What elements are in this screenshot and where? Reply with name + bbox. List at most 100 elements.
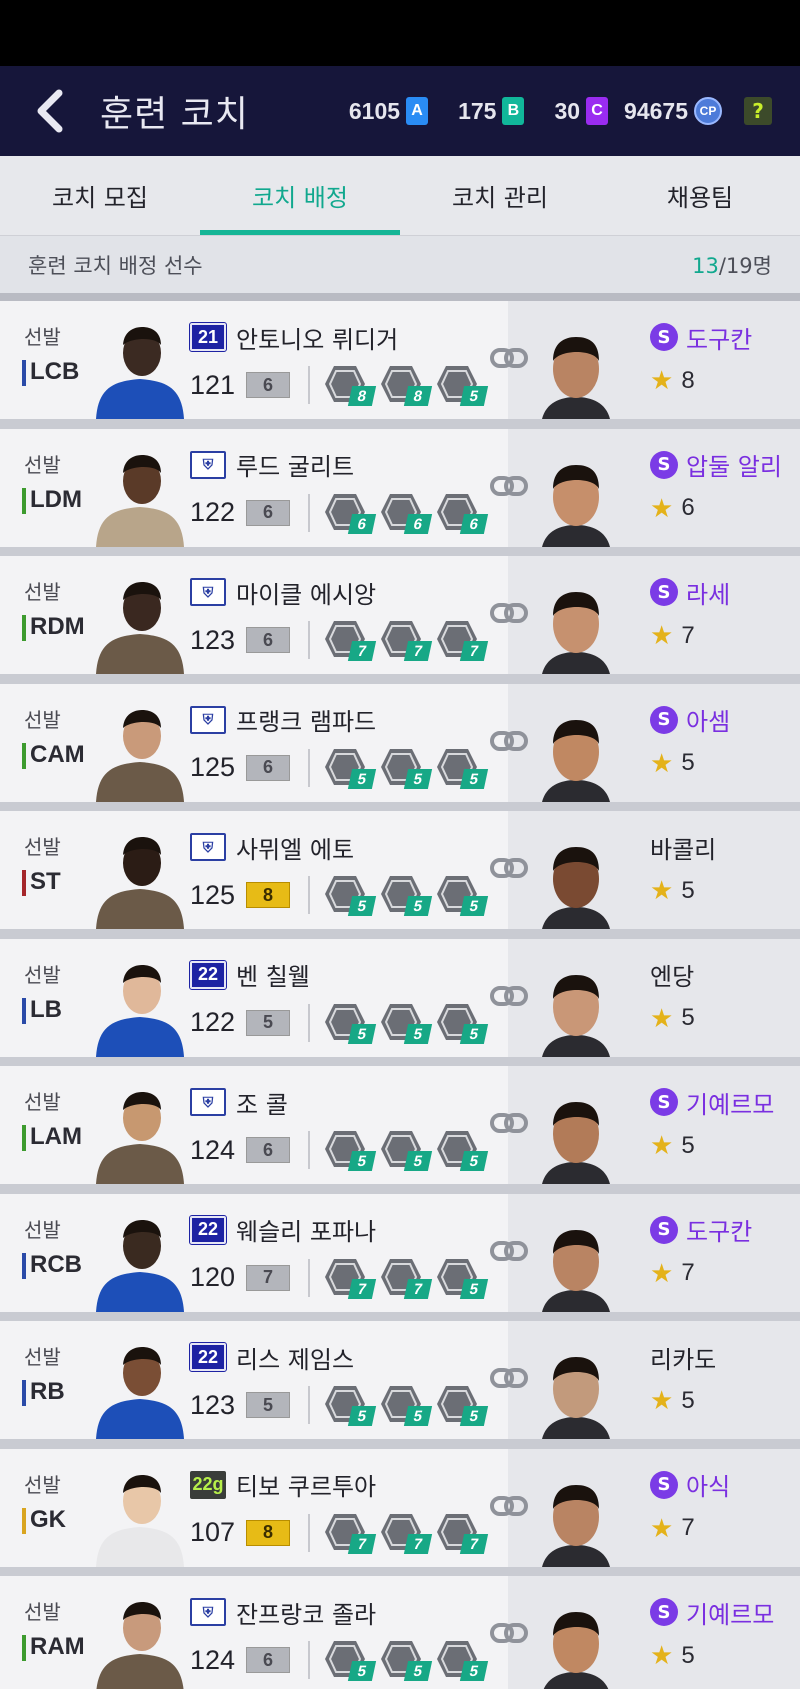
special-coach-badge-icon: S — [650, 323, 678, 351]
help-button[interactable]: ? — [744, 97, 772, 125]
training-skill[interactable]: 5 — [436, 1639, 489, 1681]
tab-coach-recruit[interactable]: 코치 모집 — [0, 156, 200, 235]
training-skill[interactable]: 5 — [380, 1639, 433, 1681]
coach-panel[interactable]: 바콜리 ★ 5 — [490, 811, 800, 929]
training-skill[interactable]: 7 — [436, 1512, 489, 1554]
special-coach-badge-icon: S — [650, 578, 678, 606]
training-skill[interactable]: 5 — [436, 364, 489, 406]
training-skill[interactable]: 5 — [380, 747, 433, 789]
tab-coach-assign[interactable]: 코치 배정 — [200, 156, 400, 235]
player-row[interactable]: 선발 GK 22g 티보 쿠르투아 107 8 7 7 7 S 아식 ★ 7 — [0, 1448, 800, 1567]
currency-cp[interactable]: 94675 CP — [624, 97, 722, 125]
coach-info: 리카도 ★ 5 — [650, 1341, 716, 1416]
player-panel[interactable]: 선발 LB 22 벤 칠웰 122 5 5 5 5 — [0, 938, 508, 1057]
training-skill[interactable]: 5 — [436, 1384, 489, 1426]
training-skill[interactable]: 5 — [324, 874, 377, 916]
training-skill[interactable]: 7 — [380, 1257, 433, 1299]
star-icon: ★ — [650, 365, 674, 395]
player-panel[interactable]: 선발 RDM ⛨ 마이클 에시앙 123 6 7 7 7 — [0, 556, 508, 674]
training-skill[interactable]: 7 — [324, 1512, 377, 1554]
enhance-level-badge: 6 — [246, 1647, 290, 1673]
player-row[interactable]: 선발 LAM ⛨ 조 콜 124 6 5 5 5 S 기예르모 ★ 5 — [0, 1066, 800, 1184]
skill-level: 5 — [403, 896, 433, 916]
player-row[interactable]: 선발 RAM ⛨ 잔프랑코 졸라 124 6 5 5 5 S 기예르모 ★ 5 — [0, 1576, 800, 1689]
skill-level: 5 — [347, 1661, 377, 1681]
coach-info: 바콜리 ★ 5 — [650, 831, 716, 906]
training-skill[interactable]: 8 — [380, 364, 433, 406]
player-row[interactable]: 선발 RCB 22 웨슬리 포파나 120 7 7 7 5 S 도구칸 ★ 7 — [0, 1193, 800, 1312]
player-row[interactable]: 선발 LCB 21 안토니오 뤼디거 121 6 8 8 5 S 도구칸 ★ 8 — [0, 301, 800, 419]
skill-list: 7 7 7 — [324, 1512, 489, 1554]
training-skill[interactable]: 6 — [380, 492, 433, 534]
coach-panel[interactable]: S 아식 ★ 7 — [490, 1448, 800, 1567]
training-skill[interactable]: 5 — [380, 1002, 433, 1044]
training-skill[interactable]: 5 — [380, 1129, 433, 1171]
player-panel[interactable]: 선발 RCB 22 웨슬리 포파나 120 7 7 7 5 — [0, 1193, 508, 1312]
training-skill[interactable]: 7 — [324, 619, 377, 661]
player-row[interactable]: 선발 ST ⛨ 사뮈엘 에토 125 8 5 5 5 바콜리 ★ 5 — [0, 811, 800, 929]
training-skill[interactable]: 5 — [324, 1002, 377, 1044]
training-skill[interactable]: 5 — [436, 1257, 489, 1299]
player-panel[interactable]: 선발 RB 22 리스 제임스 123 5 5 5 5 — [0, 1321, 508, 1439]
player-photo — [92, 1576, 188, 1689]
currency-c[interactable]: 30 C — [554, 97, 609, 125]
player-panel[interactable]: 선발 RAM ⛨ 잔프랑코 졸라 124 6 5 5 5 — [0, 1576, 508, 1689]
special-coach-badge-icon: S — [650, 705, 678, 734]
training-skill[interactable]: 7 — [380, 1512, 433, 1554]
training-skill[interactable]: 5 — [436, 1002, 489, 1044]
coach-panel[interactable]: 엔당 ★ 5 — [490, 938, 800, 1057]
training-skill[interactable]: 5 — [380, 1384, 433, 1426]
link-icon — [490, 1240, 528, 1261]
tab-hiring-team[interactable]: 채용팀 — [600, 156, 800, 235]
lineup-status: 선발 — [24, 1600, 61, 1624]
player-row[interactable]: 선발 LB 22 벤 칠웰 122 5 5 5 5 엔당 ★ 5 — [0, 938, 800, 1057]
player-panel[interactable]: 선발 LAM ⛨ 조 콜 124 6 5 5 5 — [0, 1066, 508, 1184]
coach-panel[interactable]: S 기예르모 ★ 5 — [490, 1576, 800, 1689]
player-panel[interactable]: 선발 LCB 21 안토니오 뤼디거 121 6 8 8 5 — [0, 301, 508, 419]
tab-coach-manage[interactable]: 코치 관리 — [400, 156, 600, 235]
training-skill[interactable]: 7 — [380, 619, 433, 661]
coach-panel[interactable]: S 도구칸 ★ 7 — [490, 1193, 800, 1312]
training-skill[interactable]: 5 — [436, 747, 489, 789]
player-row[interactable]: 선발 RDM ⛨ 마이클 에시앙 123 6 7 7 7 S 라세 ★ 7 — [0, 556, 800, 674]
star-icon: ★ — [650, 1385, 674, 1415]
training-skill[interactable]: 6 — [436, 492, 489, 534]
player-row[interactable]: 선발 CAM ⛨ 프랭크 램파드 125 6 5 5 5 S 아셈 ★ 5 — [0, 683, 800, 802]
divider — [308, 366, 310, 404]
training-skill[interactable]: 5 — [324, 1129, 377, 1171]
player-row[interactable]: 선발 RB 22 리스 제임스 123 5 5 5 5 리카도 ★ 5 — [0, 1321, 800, 1439]
player-row[interactable]: 선발 LDM ⛨ 루드 굴리트 122 6 6 6 6 S 압둘 알리 ★ 6 — [0, 428, 800, 547]
player-panel[interactable]: 선발 ST ⛨ 사뮈엘 에토 125 8 5 5 5 — [0, 811, 508, 929]
training-skill[interactable]: 5 — [324, 1384, 377, 1426]
coach-panel[interactable]: S 도구칸 ★ 8 — [490, 301, 800, 419]
coach-panel[interactable]: S 라세 ★ 7 — [490, 556, 800, 674]
currency-a[interactable]: 6105 A — [349, 97, 429, 125]
training-skill[interactable]: 7 — [324, 1257, 377, 1299]
training-skill[interactable]: 5 — [324, 1639, 377, 1681]
skill-list: 7 7 5 — [324, 1257, 489, 1299]
coach-panel[interactable]: S 기예르모 ★ 5 — [490, 1066, 800, 1184]
coach-panel[interactable]: S 압둘 알리 ★ 6 — [490, 428, 800, 547]
player-panel[interactable]: 선발 GK 22g 티보 쿠르투아 107 8 7 7 7 — [0, 1448, 508, 1567]
coach-panel[interactable]: S 아셈 ★ 5 — [490, 683, 800, 802]
position-block: 선발 LCB — [0, 301, 90, 419]
coach-panel[interactable]: 리카도 ★ 5 — [490, 1321, 800, 1439]
currency-b[interactable]: 175 B — [458, 97, 525, 125]
training-skill[interactable]: 8 — [324, 364, 377, 406]
skill-list: 6 6 6 — [324, 492, 489, 534]
back-button[interactable] — [20, 66, 80, 156]
training-skill[interactable]: 5 — [324, 747, 377, 789]
player-panel[interactable]: 선발 LDM ⛨ 루드 굴리트 122 6 6 6 6 — [0, 428, 508, 547]
position-code: CAM — [22, 741, 90, 769]
position-block: 선발 RDM — [0, 556, 90, 674]
training-skill[interactable]: 7 — [436, 619, 489, 661]
divider — [308, 1003, 310, 1042]
divider — [308, 1131, 310, 1169]
training-skill[interactable]: 5 — [436, 1129, 489, 1171]
training-skill[interactable]: 6 — [324, 492, 377, 534]
training-skill[interactable]: 5 — [380, 874, 433, 916]
divider — [308, 493, 310, 532]
lineup-status: 선발 — [24, 707, 61, 732]
player-panel[interactable]: 선발 CAM ⛨ 프랭크 램파드 125 6 5 5 5 — [0, 683, 508, 802]
training-skill[interactable]: 5 — [436, 874, 489, 916]
